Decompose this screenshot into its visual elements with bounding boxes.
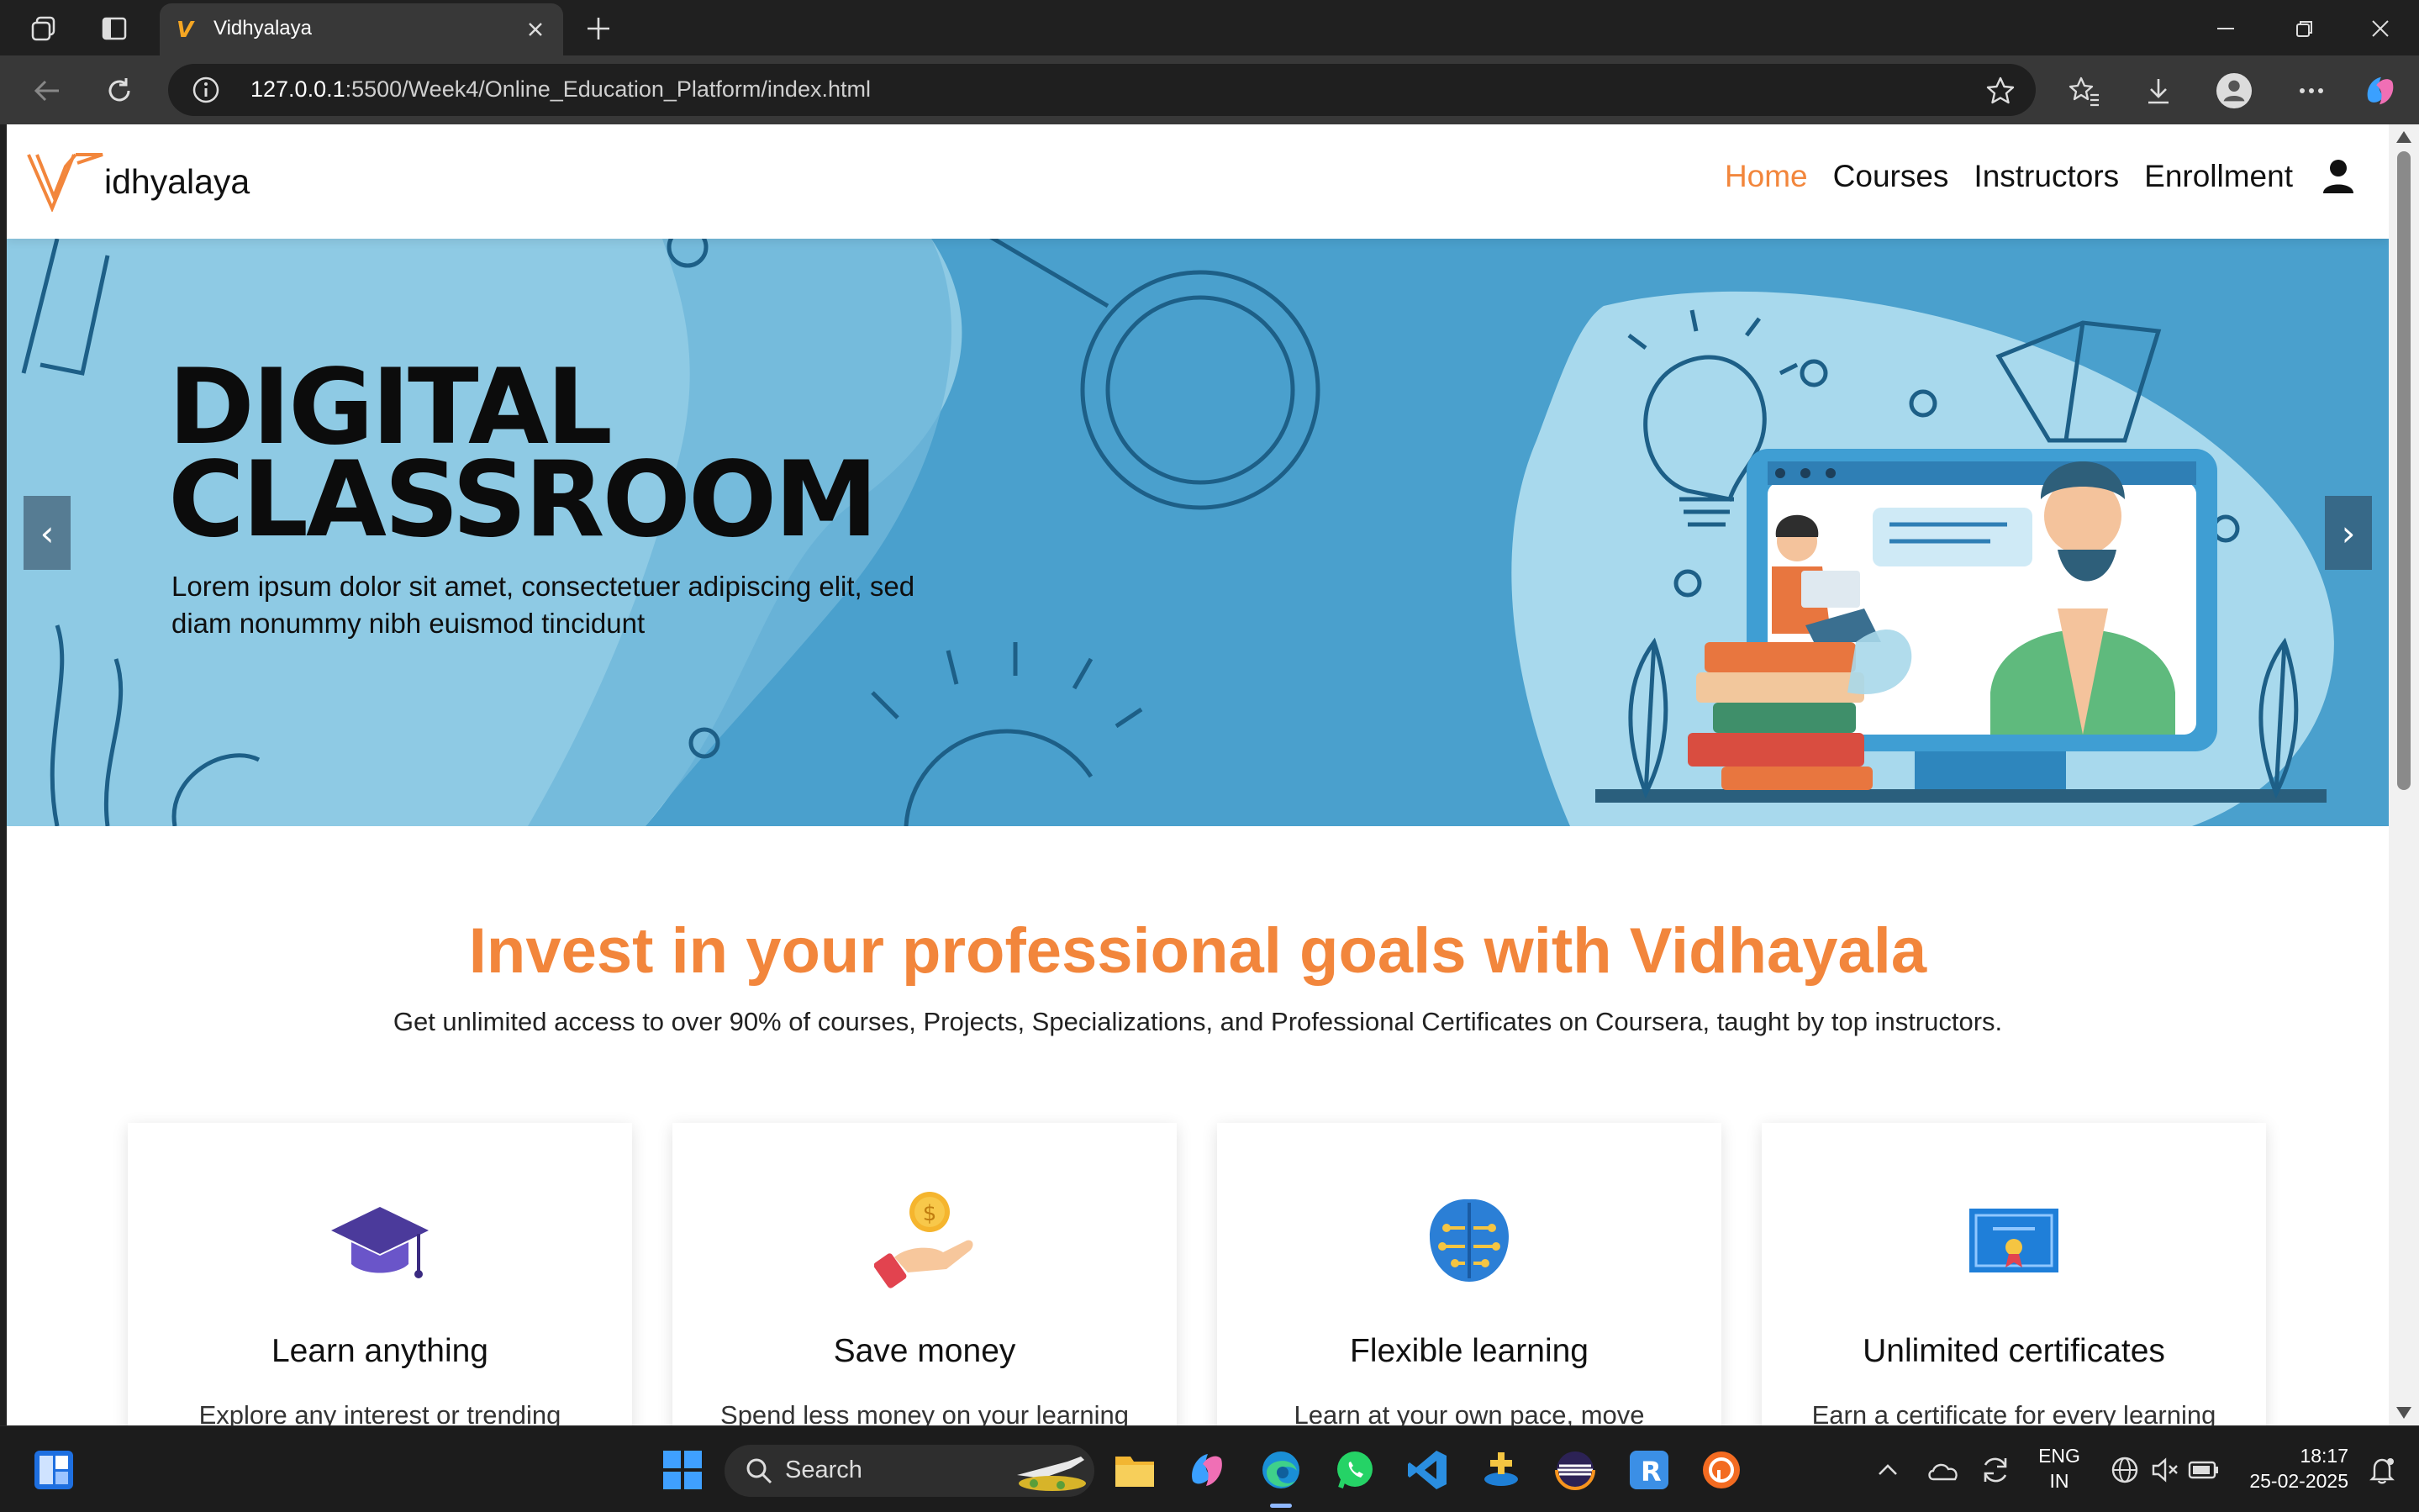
rstudio-icon[interactable]: R	[1626, 1446, 1673, 1494]
language-code: ENG	[2038, 1445, 2080, 1467]
site-logo[interactable]: idhyalaya	[25, 148, 250, 215]
taskbar-search-box[interactable]: Search	[725, 1445, 1094, 1497]
whatsapp-icon[interactable]	[1331, 1446, 1378, 1494]
feature-card-unlimited-certificates: Unlimited certificates Earn a certificat…	[1762, 1123, 2266, 1425]
carousel-prev-button[interactable]: ‹	[24, 496, 71, 570]
feature-card-learn-anything: Learn anything Explore any interest or t…	[128, 1123, 632, 1425]
region-code: IN	[2049, 1470, 2069, 1492]
downloads-icon[interactable]	[2140, 72, 2177, 109]
spark-app-icon[interactable]	[1478, 1446, 1525, 1494]
feature-text: Learn at your own pace, move	[1294, 1400, 1645, 1425]
new-tab-icon[interactable]	[582, 12, 615, 45]
page-scrollbar[interactable]	[2389, 124, 2419, 1425]
vscode-icon[interactable]	[1404, 1446, 1451, 1494]
battery-icon[interactable]	[2180, 1446, 2227, 1494]
nav-home-link[interactable]: Home	[1725, 159, 1808, 194]
close-window-icon[interactable]	[2355, 10, 2406, 47]
more-options-icon[interactable]	[2293, 72, 2330, 109]
tab-actions-icon[interactable]	[97, 12, 131, 45]
logo-v-icon	[27, 153, 103, 212]
clock-date: 25-02-2025	[2249, 1470, 2348, 1492]
eclipse-icon[interactable]	[1552, 1446, 1599, 1494]
save-money-icon: $	[874, 1190, 975, 1291]
notifications-bell-icon[interactable]	[2358, 1446, 2406, 1494]
graduation-cap-icon	[329, 1190, 430, 1291]
main-nav: Home Courses Instructors Enrollment	[1700, 158, 2355, 195]
feature-card-save-money: $ Save money Spend less money on your le…	[672, 1123, 1177, 1425]
favorite-star-icon[interactable]	[1985, 76, 2016, 106]
hero-carousel: DIGITAL CLASSROOM Lorem ipsum dolor sit …	[7, 239, 2389, 826]
tab-title: Vidhyalaya	[213, 17, 312, 40]
browser-tab-bar: V Vidhyalaya	[0, 0, 2419, 55]
search-icon	[746, 1458, 772, 1484]
url-host: 127.0.0.1	[250, 76, 345, 102]
postman-icon[interactable]	[1698, 1446, 1745, 1494]
feature-text: Earn a certificate for every learning	[1811, 1400, 2216, 1425]
copilot-app-icon[interactable]	[1183, 1446, 1231, 1494]
svg-text:$: $	[923, 1201, 937, 1226]
user-account-icon[interactable]	[2322, 158, 2355, 195]
onedrive-icon[interactable]	[1920, 1446, 1967, 1494]
feature-title: Flexible learning	[1350, 1333, 1589, 1369]
browser-toolbar: 127.0.0.1:5500/Week4/Online_Education_Pl…	[0, 55, 2419, 124]
intro-subheading: Get unlimited access to over 90% of cour…	[393, 1007, 2003, 1036]
windows-taskbar: Search R ENG IN 18:17 25-02-2025	[0, 1425, 2419, 1512]
tab-close-icon[interactable]	[521, 15, 550, 44]
refresh-icon[interactable]	[101, 72, 138, 109]
scrollbar-thumb[interactable]	[2397, 151, 2411, 790]
file-explorer-icon[interactable]	[1111, 1446, 1158, 1494]
intro-heading: Invest in your professional goals with V…	[468, 915, 1927, 987]
minimize-icon[interactable]	[2200, 10, 2251, 47]
certificate-icon	[1963, 1190, 2064, 1291]
url-path: :5500/Week4/Online_Education_Platform/in…	[345, 76, 871, 102]
clock[interactable]: 18:17 25-02-2025	[2229, 1443, 2348, 1494]
site-info-icon[interactable]	[192, 76, 220, 104]
scroll-up-arrow-icon[interactable]	[2396, 131, 2411, 143]
carousel-next-button[interactable]: ›	[2325, 496, 2372, 570]
back-icon[interactable]	[29, 72, 66, 109]
hero-subtitle: Lorem ipsum dolor sit amet, consectetuer…	[171, 571, 915, 639]
brain-icon	[1419, 1190, 1520, 1291]
feature-title: Unlimited certificates	[1863, 1333, 2165, 1369]
search-highlight-icon	[1017, 1457, 1086, 1491]
show-hidden-icons[interactable]	[1864, 1446, 1911, 1494]
url-text[interactable]: 127.0.0.1:5500/Week4/Online_Education_Pl…	[250, 76, 871, 103]
favorites-icon[interactable]	[2066, 72, 2103, 109]
sync-icon[interactable]	[1972, 1446, 2019, 1494]
page-viewport: idhyalaya Home Courses Instructors Enrol…	[7, 124, 2389, 1425]
hero-title: DIGITAL CLASSROOM	[168, 347, 878, 561]
restore-icon[interactable]	[2279, 10, 2330, 47]
address-bar[interactable]: 127.0.0.1:5500/Week4/Online_Education_Pl…	[168, 64, 2036, 116]
feature-title: Save money	[833, 1333, 1016, 1369]
edge-browser-icon[interactable]	[1257, 1446, 1304, 1494]
svg-text:R: R	[1641, 1456, 1662, 1488]
feature-cards: Learn anything Explore any interest or t…	[128, 1123, 2271, 1425]
browser-tab-active[interactable]: V Vidhyalaya	[160, 3, 563, 55]
feature-title: Learn anything	[271, 1333, 489, 1369]
profile-avatar-icon[interactable]	[2216, 72, 2253, 109]
copilot-icon[interactable]	[2362, 72, 2399, 109]
clock-time: 18:17	[2300, 1445, 2348, 1467]
tab-favicon: V	[177, 18, 194, 43]
feature-text: Spend less money on your learning	[720, 1400, 1129, 1425]
active-app-indicator	[1270, 1504, 1292, 1508]
scroll-down-arrow-icon[interactable]	[2396, 1407, 2411, 1419]
feature-text: Explore any interest or trending	[198, 1400, 561, 1425]
search-label: Search	[785, 1457, 862, 1483]
workspaces-icon[interactable]	[27, 12, 61, 45]
nav-courses-link[interactable]: Courses	[1833, 159, 1949, 194]
site-header: idhyalaya Home Courses Instructors Enrol…	[7, 124, 2389, 239]
input-language-indicator[interactable]: ENG IN	[2034, 1443, 2084, 1494]
widgets-icon[interactable]	[30, 1446, 77, 1494]
start-button-icon[interactable]	[659, 1446, 706, 1494]
nav-instructors-link[interactable]: Instructors	[1974, 159, 2119, 194]
logo-text: idhyalaya	[104, 161, 250, 201]
nav-enrollment-link[interactable]: Enrollment	[2144, 159, 2293, 194]
feature-card-flexible-learning: Flexible learning Learn at your own pace…	[1217, 1123, 1721, 1425]
